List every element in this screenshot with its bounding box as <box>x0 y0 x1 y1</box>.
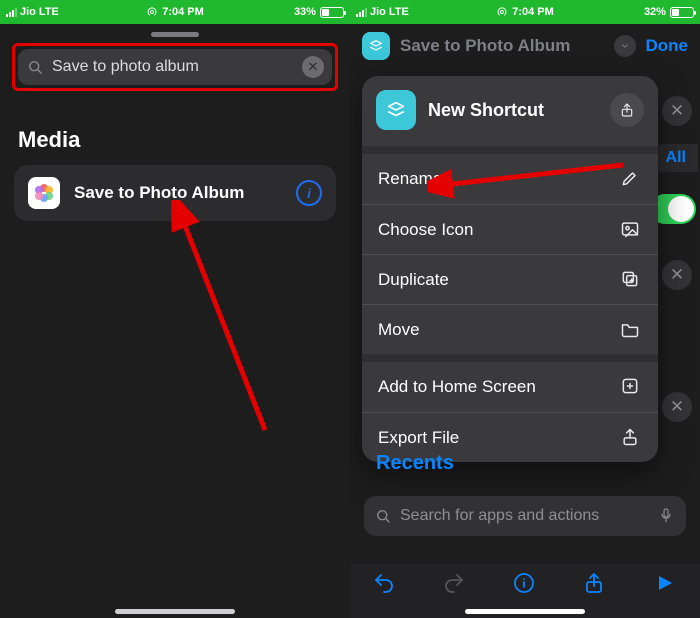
shortcut-title[interactable]: Save to Photo Album <box>400 36 604 56</box>
share-icon[interactable] <box>610 93 644 127</box>
close-icon[interactable]: ✕ <box>662 96 692 126</box>
status-bar: Jio LTE 7:04 PM 33% <box>0 0 350 24</box>
battery-icon <box>320 7 344 18</box>
folder-icon <box>620 319 642 341</box>
phone-right: Jio LTE 7:04 PM 32% Save to Photo Album … <box>350 0 700 618</box>
plus-square-icon <box>620 376 642 398</box>
pencil-icon <box>620 168 642 190</box>
status-bar: Jio LTE 7:04 PM 32% <box>350 0 700 24</box>
action-search-field[interactable]: Search for apps and actions <box>364 496 686 536</box>
time-label: 7:04 PM <box>162 6 204 18</box>
photos-app-icon <box>28 177 60 209</box>
search-input[interactable] <box>52 58 294 76</box>
duplicate-icon <box>620 269 642 291</box>
top-bar: Save to Photo Album Done <box>350 24 700 68</box>
shortcut-glyph-icon <box>376 90 416 130</box>
all-pill[interactable]: All <box>652 144 698 172</box>
clear-icon[interactable]: ✕ <box>302 56 324 78</box>
image-icon <box>620 219 642 241</box>
chevron-down-icon[interactable] <box>614 35 636 57</box>
menu-duplicate[interactable]: Duplicate <box>362 254 658 304</box>
undo-icon[interactable] <box>372 571 398 597</box>
signal-icon <box>6 8 17 17</box>
info-icon[interactable] <box>512 571 538 597</box>
sheet-grabber[interactable] <box>151 32 199 37</box>
signal-icon <box>356 8 367 17</box>
menu-label: Export File <box>378 428 459 448</box>
search-icon <box>26 58 44 76</box>
shortcut-glyph-icon[interactable] <box>362 32 390 60</box>
menu-rename[interactable]: Rename <box>362 154 658 204</box>
recents-heading[interactable]: Recents <box>376 452 454 475</box>
phone-left: Jio LTE 7:04 PM 33% ✕ Media <box>0 0 350 618</box>
menu-choose-icon[interactable]: Choose Icon <box>362 204 658 254</box>
battery-icon <box>670 7 694 18</box>
menu-label: Add to Home Screen <box>378 377 536 397</box>
action-result-label: Save to Photo Album <box>74 183 282 203</box>
home-indicator[interactable] <box>115 609 235 614</box>
section-title-media: Media <box>18 127 332 153</box>
menu-label: Choose Icon <box>378 220 473 240</box>
battery-pct: 32% <box>644 6 666 18</box>
home-indicator[interactable] <box>465 609 585 614</box>
redo-icon <box>442 571 468 597</box>
carrier-label: Jio <box>20 6 36 18</box>
hotspot-icon <box>146 6 158 18</box>
annotation-highlight-box: ✕ <box>12 43 338 91</box>
network-label: LTE <box>39 6 59 18</box>
share-icon[interactable] <box>582 571 608 597</box>
search-field[interactable]: ✕ <box>18 49 332 85</box>
action-result-row[interactable]: Save to Photo Album i <box>14 165 336 221</box>
menu-add-to-home[interactable]: Add to Home Screen <box>362 362 658 412</box>
info-icon[interactable]: i <box>296 180 322 206</box>
mic-icon[interactable] <box>658 507 676 525</box>
menu-label: Move <box>378 320 420 340</box>
battery-pct: 33% <box>294 6 316 18</box>
sheet-title: New Shortcut <box>428 100 598 121</box>
menu-label: Rename <box>378 169 442 189</box>
network-label: LTE <box>389 6 409 18</box>
close-icon[interactable]: ✕ <box>662 260 692 290</box>
done-button[interactable]: Done <box>646 36 689 56</box>
carrier-label: Jio <box>370 6 386 18</box>
action-search-placeholder: Search for apps and actions <box>400 507 650 525</box>
close-icon[interactable]: ✕ <box>662 392 692 422</box>
shortcut-options-sheet: New Shortcut Rename Choose Icon Duplicat… <box>362 76 658 462</box>
menu-move[interactable]: Move <box>362 304 658 354</box>
export-icon <box>620 427 642 449</box>
search-icon <box>374 507 392 525</box>
time-label: 7:04 PM <box>512 6 554 18</box>
menu-label: Duplicate <box>378 270 449 290</box>
hotspot-icon <box>496 6 508 18</box>
play-icon[interactable] <box>652 571 678 597</box>
annotation-arrow <box>100 200 300 440</box>
